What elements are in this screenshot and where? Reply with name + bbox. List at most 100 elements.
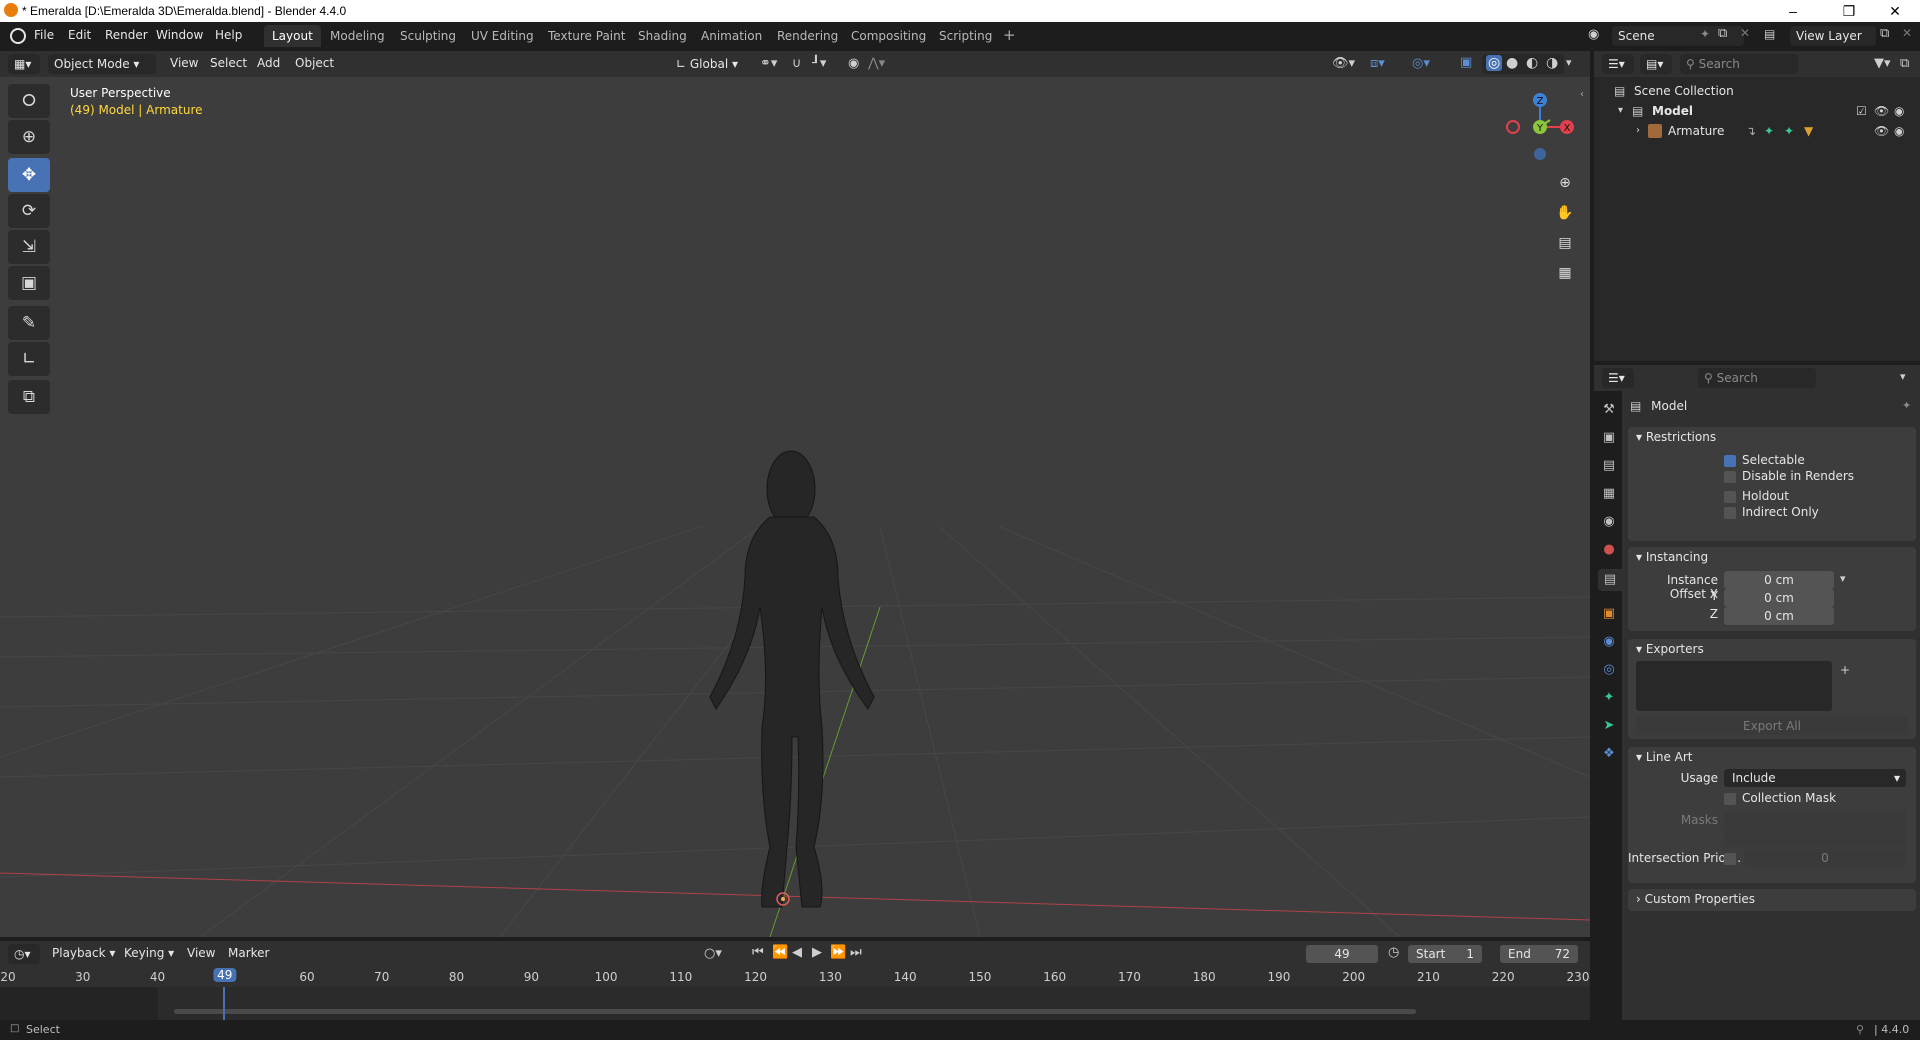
rendered-shading-icon[interactable]: ◑: [1546, 55, 1558, 71]
scene-tab-icon[interactable]: ◉: [1598, 511, 1620, 533]
menu-help[interactable]: Help: [215, 28, 242, 42]
selectable-checkbox[interactable]: [1724, 455, 1736, 467]
wireframe-shading-icon[interactable]: ◎: [1486, 55, 1503, 71]
instancing-header[interactable]: ▾ Instancing: [1636, 550, 1708, 564]
exclude-checkbox-icon[interactable]: ☑: [1856, 101, 1867, 121]
modifier-tab-icon[interactable]: ◉: [1598, 631, 1620, 653]
timeline-editor-type-icon[interactable]: ◷▾: [8, 944, 40, 964]
viewport-menu-select[interactable]: Select: [210, 56, 247, 70]
exporters-header[interactable]: ▾ Exporters: [1636, 642, 1704, 656]
timeline-menu-playback[interactable]: Playback ▾: [52, 946, 115, 960]
intersection-checkbox[interactable]: [1724, 853, 1736, 865]
world-tab-icon[interactable]: ●: [1598, 539, 1620, 561]
auto-keying-icon[interactable]: ○▾: [704, 946, 722, 961]
outliner-editor-type-icon[interactable]: ☰▾: [1602, 54, 1634, 74]
viewport-menu-object[interactable]: Object: [295, 56, 334, 70]
scene-icon[interactable]: ◉: [1588, 27, 1599, 42]
collection-mask-checkbox[interactable]: [1724, 793, 1736, 805]
outliner-search[interactable]: ⚲ Search: [1680, 54, 1798, 74]
prev-keyframe-icon[interactable]: ⏪: [772, 945, 788, 960]
scale-tool-icon[interactable]: ⇲: [8, 230, 50, 264]
mode-selector[interactable]: Object Mode ▾: [48, 54, 156, 74]
navigation-gizmo[interactable]: Z X Y: [1495, 87, 1585, 177]
perspective-toggle-icon[interactable]: ▦: [1552, 260, 1578, 286]
view-layer-selector[interactable]: View Layer: [1790, 26, 1876, 46]
xray-toggle-icon[interactable]: ▣: [1460, 55, 1472, 70]
select-box-tool-icon[interactable]: ⭘: [8, 84, 50, 118]
offset-x-field[interactable]: 0 cm: [1724, 571, 1834, 589]
start-frame-field[interactable]: Start 1: [1408, 945, 1482, 963]
bone-tab-icon[interactable]: ➤: [1598, 715, 1620, 737]
visibility-icon[interactable]: 👁▾: [1332, 56, 1355, 71]
camera-view-icon[interactable]: ▤: [1552, 230, 1578, 256]
overlay-toggle-icon[interactable]: ◎▾: [1412, 56, 1430, 71]
export-all-button[interactable]: Export All: [1636, 717, 1908, 735]
filter-icon[interactable]: ▼▾: [1874, 56, 1891, 71]
expand-armature-icon[interactable]: ›: [1636, 121, 1640, 141]
line-art-header[interactable]: ▾ Line Art: [1636, 750, 1693, 764]
play-reverse-icon[interactable]: ◀: [792, 945, 802, 960]
timeline-menu-view[interactable]: View: [187, 946, 215, 960]
editor-type-icon[interactable]: ▦▾: [8, 54, 40, 74]
material-shading-icon[interactable]: ◐: [1526, 55, 1538, 71]
view-layer-icon[interactable]: ▤: [1764, 27, 1775, 41]
transform-orientation[interactable]: ∟ Global ▾: [670, 54, 746, 74]
3d-viewport[interactable]: User Perspective (49) Model | Armature Z…: [0, 77, 1590, 937]
zoom-icon[interactable]: ⊕: [1552, 170, 1578, 196]
outliner-row-armature[interactable]: › Armature ↴ ✦ ✦ ▼ 👁 ◉: [1594, 121, 1920, 141]
current-frame-field[interactable]: 49: [1306, 945, 1378, 963]
pin-icon[interactable]: ✦: [1700, 27, 1710, 41]
tab-scripting[interactable]: Scripting: [931, 25, 1000, 47]
snap-target-icon[interactable]: ┚▾: [812, 56, 826, 71]
transform-tool-icon[interactable]: ▣: [8, 266, 50, 300]
gizmo-toggle-icon[interactable]: ⧈▾: [1370, 56, 1385, 71]
timeline-scrollbar[interactable]: [174, 1009, 1416, 1014]
exporters-list[interactable]: [1636, 661, 1832, 711]
blender-menu-icon[interactable]: [10, 28, 26, 44]
falloff-icon[interactable]: ⋀▾: [868, 56, 885, 71]
menu-file[interactable]: File: [34, 28, 54, 42]
outliner-row-scene-collection[interactable]: ▤ Scene Collection: [1594, 81, 1920, 101]
new-scene-icon[interactable]: ⧉: [1718, 26, 1727, 41]
properties-editor-type-icon[interactable]: ☰▾: [1602, 368, 1634, 388]
hide-eye-icon[interactable]: 👁: [1874, 101, 1889, 121]
restore-icon[interactable]: ❐: [1826, 0, 1872, 22]
timeline-ruler[interactable]: 20 30 40 49 60 70 80 90 100 110 120 130 140 150 160 170…: [0, 967, 1590, 987]
tab-animation[interactable]: Animation: [693, 25, 770, 47]
offset-y-field[interactable]: 0 cm: [1724, 589, 1834, 607]
tab-rendering[interactable]: Rendering: [769, 25, 846, 47]
delete-scene-icon[interactable]: ✕: [1740, 26, 1750, 40]
holdout-checkbox[interactable]: [1724, 491, 1736, 503]
view-layer-tab-icon[interactable]: ▦: [1598, 483, 1620, 505]
object-tab-icon[interactable]: ▣: [1598, 603, 1620, 625]
timeline-menu-keying[interactable]: Keying ▾: [124, 946, 174, 960]
restrictions-header[interactable]: ▾ Restrictions: [1636, 430, 1716, 444]
sidebar-toggle-icon[interactable]: ‹: [1580, 89, 1584, 100]
custom-properties-header[interactable]: › Custom Properties: [1636, 892, 1755, 906]
offset-dropdown-icon[interactable]: ▾: [1840, 572, 1846, 585]
menu-window[interactable]: Window: [156, 28, 203, 42]
menu-edit[interactable]: Edit: [68, 28, 91, 42]
render-tab-icon[interactable]: ▣: [1598, 427, 1620, 449]
indirect-only-checkbox[interactable]: [1724, 507, 1736, 519]
playhead-frame-label[interactable]: 49: [213, 968, 237, 982]
armature-render-icon[interactable]: ◉: [1894, 121, 1904, 141]
collection-tab-icon[interactable]: ▤: [1598, 569, 1622, 591]
context-pin-icon[interactable]: ✦: [1902, 399, 1911, 412]
next-keyframe-icon[interactable]: ⏩: [830, 945, 846, 960]
timeline-menu-marker[interactable]: Marker: [228, 946, 269, 960]
proportional-edit-icon[interactable]: ◉: [848, 56, 859, 71]
tab-compositing[interactable]: Compositing: [843, 25, 934, 47]
rotate-tool-icon[interactable]: ⟳: [8, 194, 50, 228]
object-data-tab-icon[interactable]: ✦: [1598, 687, 1620, 709]
cursor-tool-icon[interactable]: ⊕: [8, 120, 50, 154]
pivot-icon[interactable]: ⚭▾: [760, 56, 777, 71]
jump-start-icon[interactable]: ⏮: [752, 945, 764, 960]
disable-renders-checkbox[interactable]: [1724, 471, 1736, 483]
annotate-tool-icon[interactable]: ✎: [8, 306, 50, 340]
expand-model-icon[interactable]: ▾: [1618, 101, 1623, 121]
add-exporter-icon[interactable]: +: [1840, 663, 1850, 677]
add-cube-tool-icon[interactable]: ⧉: [8, 380, 50, 414]
shading-options-icon[interactable]: ▾: [1566, 56, 1572, 69]
intersection-field[interactable]: 0: [1744, 849, 1906, 867]
